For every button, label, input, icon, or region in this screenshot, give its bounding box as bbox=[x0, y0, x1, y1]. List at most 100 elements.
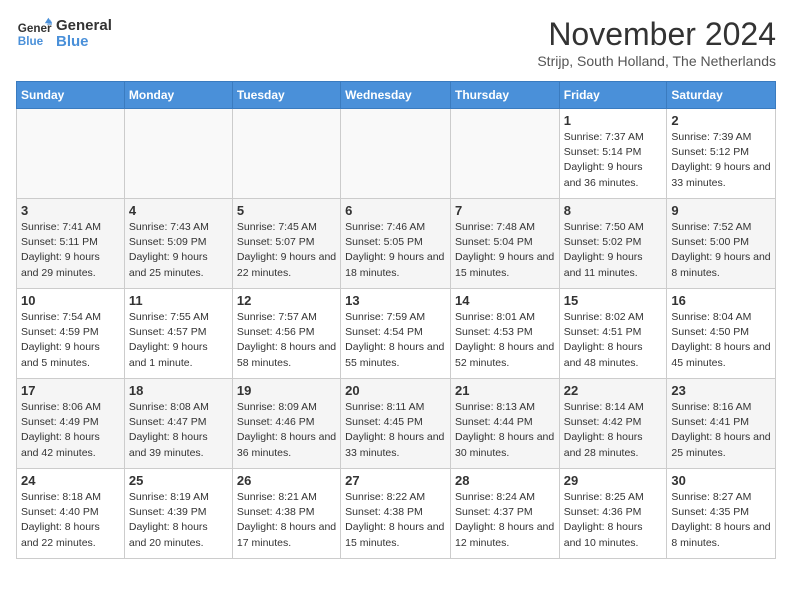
calendar-cell: 30 Sunrise: 8:27 AM Sunset: 4:35 PM Dayli… bbox=[667, 469, 776, 559]
calendar-week-row: 17 Sunrise: 8:06 AM Sunset: 4:49 PM Dayli… bbox=[17, 379, 776, 469]
day-number: 14 bbox=[455, 293, 555, 308]
calendar-cell bbox=[450, 109, 559, 199]
day-number: 18 bbox=[129, 383, 228, 398]
day-info: Sunrise: 8:08 AM Sunset: 4:47 PM Dayligh… bbox=[129, 400, 228, 461]
day-number: 24 bbox=[21, 473, 120, 488]
day-number: 8 bbox=[564, 203, 663, 218]
day-number: 1 bbox=[564, 113, 663, 128]
weekday-header: Friday bbox=[559, 82, 667, 109]
calendar-cell: 27Sunrise: 8:22 AM Sunset: 4:38 PM Dayli… bbox=[341, 469, 451, 559]
calendar-week-row: 1 Sunrise: 7:37 AM Sunset: 5:14 PM Daylig… bbox=[17, 109, 776, 199]
day-number: 13 bbox=[345, 293, 446, 308]
calendar-cell: 11 Sunrise: 7:55 AM Sunset: 4:57 PM Dayli… bbox=[124, 289, 232, 379]
day-number: 12 bbox=[237, 293, 336, 308]
day-info: Sunrise: 8:13 AM Sunset: 4:44 PM Dayligh… bbox=[455, 400, 555, 461]
day-number: 21 bbox=[455, 383, 555, 398]
day-number: 4 bbox=[129, 203, 228, 218]
weekday-header: Sunday bbox=[17, 82, 125, 109]
day-number: 6 bbox=[345, 203, 446, 218]
calendar-cell: 10 Sunrise: 7:54 AM Sunset: 4:59 PM Dayli… bbox=[17, 289, 125, 379]
day-info: Sunrise: 8:27 AM Sunset: 4:35 PM Dayligh… bbox=[671, 490, 771, 551]
day-info: Sunrise: 8:25 AM Sunset: 4:36 PM Dayligh… bbox=[564, 490, 663, 551]
day-number: 11 bbox=[129, 293, 228, 308]
calendar-header-row: SundayMondayTuesdayWednesdayThursdayFrid… bbox=[17, 82, 776, 109]
day-number: 9 bbox=[671, 203, 771, 218]
day-info: Sunrise: 7:39 AM Sunset: 5:12 PM Dayligh… bbox=[671, 130, 771, 191]
calendar-cell: 23Sunrise: 8:16 AM Sunset: 4:41 PM Dayli… bbox=[667, 379, 776, 469]
calendar: SundayMondayTuesdayWednesdayThursdayFrid… bbox=[16, 81, 776, 559]
calendar-cell: 12Sunrise: 7:57 AM Sunset: 4:56 PM Dayli… bbox=[232, 289, 340, 379]
day-number: 10 bbox=[21, 293, 120, 308]
day-info: Sunrise: 7:50 AM Sunset: 5:02 PM Dayligh… bbox=[564, 220, 663, 281]
day-number: 16 bbox=[671, 293, 771, 308]
calendar-body: 1 Sunrise: 7:37 AM Sunset: 5:14 PM Daylig… bbox=[17, 109, 776, 559]
calendar-cell bbox=[232, 109, 340, 199]
day-info: Sunrise: 7:48 AM Sunset: 5:04 PM Dayligh… bbox=[455, 220, 555, 281]
day-info: Sunrise: 7:37 AM Sunset: 5:14 PM Dayligh… bbox=[564, 130, 663, 191]
calendar-week-row: 24 Sunrise: 8:18 AM Sunset: 4:40 PM Dayli… bbox=[17, 469, 776, 559]
calendar-cell: 25Sunrise: 8:19 AM Sunset: 4:39 PM Dayli… bbox=[124, 469, 232, 559]
day-info: Sunrise: 8:21 AM Sunset: 4:38 PM Dayligh… bbox=[237, 490, 336, 551]
calendar-cell: 20 Sunrise: 8:11 AM Sunset: 4:45 PM Dayli… bbox=[341, 379, 451, 469]
logo: General Blue General Blue bbox=[16, 16, 112, 52]
calendar-week-row: 3Sunrise: 7:41 AM Sunset: 5:11 PM Daylig… bbox=[17, 199, 776, 289]
calendar-cell: 21 Sunrise: 8:13 AM Sunset: 4:44 PM Dayli… bbox=[450, 379, 559, 469]
day-number: 2 bbox=[671, 113, 771, 128]
day-number: 26 bbox=[237, 473, 336, 488]
day-info: Sunrise: 7:55 AM Sunset: 4:57 PM Dayligh… bbox=[129, 310, 228, 371]
calendar-cell: 28Sunrise: 8:24 AM Sunset: 4:37 PM Dayli… bbox=[450, 469, 559, 559]
svg-text:General: General bbox=[18, 22, 52, 35]
calendar-cell: 16 Sunrise: 8:04 AM Sunset: 4:50 PM Dayli… bbox=[667, 289, 776, 379]
header: General Blue General Blue November 2024 … bbox=[16, 16, 776, 69]
subtitle: Strijp, South Holland, The Netherlands bbox=[537, 53, 776, 69]
calendar-cell: 14Sunrise: 8:01 AM Sunset: 4:53 PM Dayli… bbox=[450, 289, 559, 379]
title-area: November 2024 Strijp, South Holland, The… bbox=[537, 16, 776, 69]
calendar-cell: 26 Sunrise: 8:21 AM Sunset: 4:38 PM Dayli… bbox=[232, 469, 340, 559]
day-info: Sunrise: 8:19 AM Sunset: 4:39 PM Dayligh… bbox=[129, 490, 228, 551]
calendar-cell: 18 Sunrise: 8:08 AM Sunset: 4:47 PM Dayli… bbox=[124, 379, 232, 469]
day-number: 29 bbox=[564, 473, 663, 488]
calendar-cell: 29 Sunrise: 8:25 AM Sunset: 4:36 PM Dayli… bbox=[559, 469, 667, 559]
weekday-header: Tuesday bbox=[232, 82, 340, 109]
day-info: Sunrise: 7:45 AM Sunset: 5:07 PM Dayligh… bbox=[237, 220, 336, 281]
day-number: 28 bbox=[455, 473, 555, 488]
calendar-cell: 22Sunrise: 8:14 AM Sunset: 4:42 PM Dayli… bbox=[559, 379, 667, 469]
calendar-cell: 13Sunrise: 7:59 AM Sunset: 4:54 PM Dayli… bbox=[341, 289, 451, 379]
weekday-header: Monday bbox=[124, 82, 232, 109]
day-number: 27 bbox=[345, 473, 446, 488]
calendar-cell bbox=[17, 109, 125, 199]
day-number: 20 bbox=[345, 383, 446, 398]
day-number: 5 bbox=[237, 203, 336, 218]
calendar-cell: 2 Sunrise: 7:39 AM Sunset: 5:12 PM Daylig… bbox=[667, 109, 776, 199]
calendar-cell: 1 Sunrise: 7:37 AM Sunset: 5:14 PM Daylig… bbox=[559, 109, 667, 199]
day-info: Sunrise: 8:04 AM Sunset: 4:50 PM Dayligh… bbox=[671, 310, 771, 371]
day-number: 23 bbox=[671, 383, 771, 398]
day-number: 22 bbox=[564, 383, 663, 398]
svg-text:Blue: Blue bbox=[18, 35, 44, 48]
calendar-cell: 5 Sunrise: 7:45 AM Sunset: 5:07 PM Daylig… bbox=[232, 199, 340, 289]
day-number: 7 bbox=[455, 203, 555, 218]
day-number: 17 bbox=[21, 383, 120, 398]
calendar-cell: 8 Sunrise: 7:50 AM Sunset: 5:02 PM Daylig… bbox=[559, 199, 667, 289]
day-info: Sunrise: 7:41 AM Sunset: 5:11 PM Dayligh… bbox=[21, 220, 120, 281]
calendar-cell: 4Sunrise: 7:43 AM Sunset: 5:09 PM Daylig… bbox=[124, 199, 232, 289]
day-info: Sunrise: 8:18 AM Sunset: 4:40 PM Dayligh… bbox=[21, 490, 120, 551]
month-title: November 2024 bbox=[537, 16, 776, 53]
logo-line2: Blue bbox=[56, 34, 112, 51]
calendar-cell: 15 Sunrise: 8:02 AM Sunset: 4:51 PM Dayli… bbox=[559, 289, 667, 379]
calendar-cell: 7 Sunrise: 7:48 AM Sunset: 5:04 PM Daylig… bbox=[450, 199, 559, 289]
calendar-cell: 9 Sunrise: 7:52 AM Sunset: 5:00 PM Daylig… bbox=[667, 199, 776, 289]
calendar-cell: 6Sunrise: 7:46 AM Sunset: 5:05 PM Daylig… bbox=[341, 199, 451, 289]
day-number: 30 bbox=[671, 473, 771, 488]
day-number: 15 bbox=[564, 293, 663, 308]
day-info: Sunrise: 7:54 AM Sunset: 4:59 PM Dayligh… bbox=[21, 310, 120, 371]
day-info: Sunrise: 8:06 AM Sunset: 4:49 PM Dayligh… bbox=[21, 400, 120, 461]
day-info: Sunrise: 8:02 AM Sunset: 4:51 PM Dayligh… bbox=[564, 310, 663, 371]
calendar-cell bbox=[341, 109, 451, 199]
calendar-cell: 3Sunrise: 7:41 AM Sunset: 5:11 PM Daylig… bbox=[17, 199, 125, 289]
weekday-header: Thursday bbox=[450, 82, 559, 109]
day-info: Sunrise: 7:52 AM Sunset: 5:00 PM Dayligh… bbox=[671, 220, 771, 281]
logo-line1: General bbox=[56, 18, 112, 35]
day-info: Sunrise: 8:11 AM Sunset: 4:45 PM Dayligh… bbox=[345, 400, 446, 461]
calendar-cell: 24 Sunrise: 8:18 AM Sunset: 4:40 PM Dayli… bbox=[17, 469, 125, 559]
